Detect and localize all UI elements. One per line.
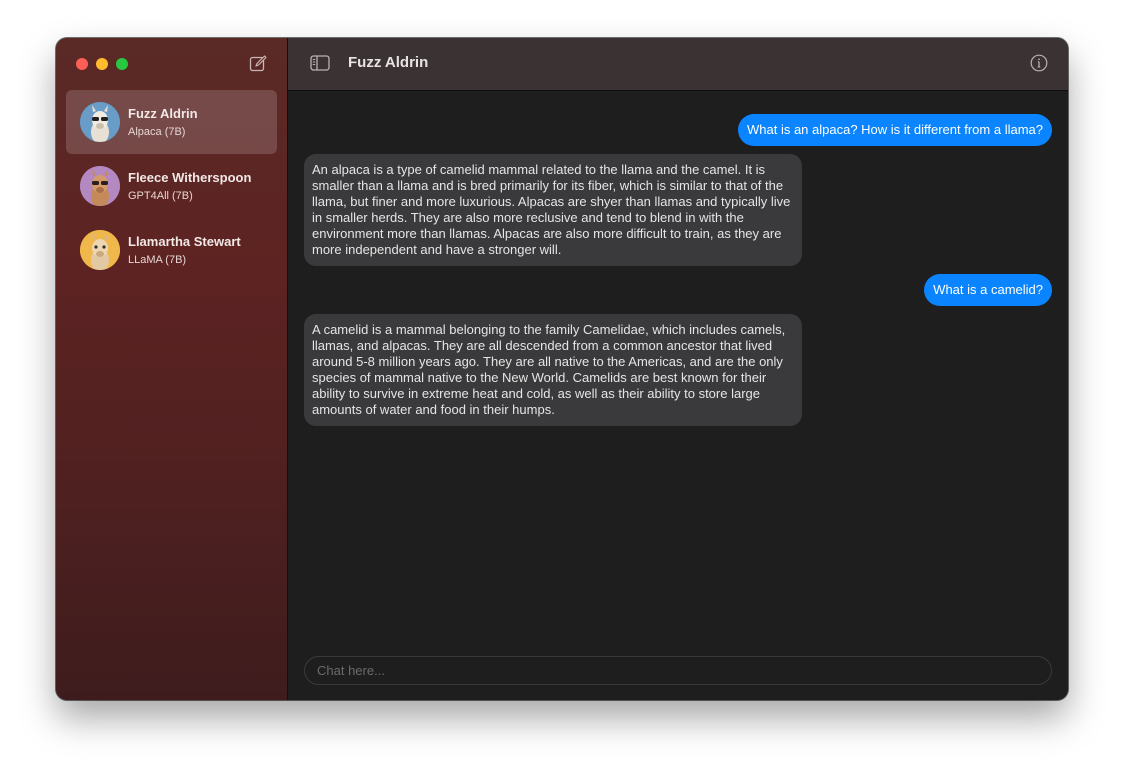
chat-item-fleece-witherspoon[interactable]: Fleece Witherspoon GPT4All (7B) [66,154,277,218]
compose-icon[interactable] [249,55,267,73]
sidebar: Fuzz Aldrin Alpaca (7B) Fleece Witherspo… [56,38,288,700]
chat-name: Llamartha Stewart [128,233,241,249]
chat-name: Fleece Witherspoon [128,169,252,185]
chat-input[interactable] [305,657,1051,684]
llama-avatar-icon [80,102,120,142]
composer [304,656,1052,685]
user-message: What is an alpaca? How is it different f… [737,114,1052,146]
chat-item-fuzz-aldrin[interactable]: Fuzz Aldrin Alpaca (7B) [66,90,277,154]
minimize-window-button[interactable] [96,58,108,70]
toolbar: Fuzz Aldrin [288,38,1068,91]
chat-main: Fuzz Aldrin What is an alpaca? How is it… [288,38,1068,700]
user-message: What is a camelid? [924,274,1052,306]
chat-list: Fuzz Aldrin Alpaca (7B) Fleece Witherspo… [66,90,277,282]
chat-model: LLaMA (7B) [128,253,187,266]
chat-name: Fuzz Aldrin [128,105,198,121]
avatar [80,166,120,206]
chat-model: Alpaca (7B) [128,125,186,138]
llama-avatar-icon [80,230,120,270]
chat-item-llamartha-stewart[interactable]: Llamartha Stewart LLaMA (7B) [66,218,277,282]
llama-avatar-icon [80,166,120,206]
avatar [80,230,120,270]
zoom-window-button[interactable] [116,58,128,70]
message-list: What is an alpaca? How is it different f… [288,90,1068,640]
chat-model: GPT4All (7B) [128,189,193,202]
window-controls [76,58,128,70]
sidebar-toggle-icon[interactable] [310,55,330,71]
info-icon[interactable] [1030,54,1048,72]
avatar [80,102,120,142]
conversation-title: Fuzz Aldrin [348,54,429,71]
app-window: Fuzz Aldrin Alpaca (7B) Fleece Witherspo… [56,38,1068,700]
close-window-button[interactable] [76,58,88,70]
assistant-message: An alpaca is a type of camelid mammal re… [304,154,802,266]
assistant-message: A camelid is a mammal belonging to the f… [304,314,802,426]
